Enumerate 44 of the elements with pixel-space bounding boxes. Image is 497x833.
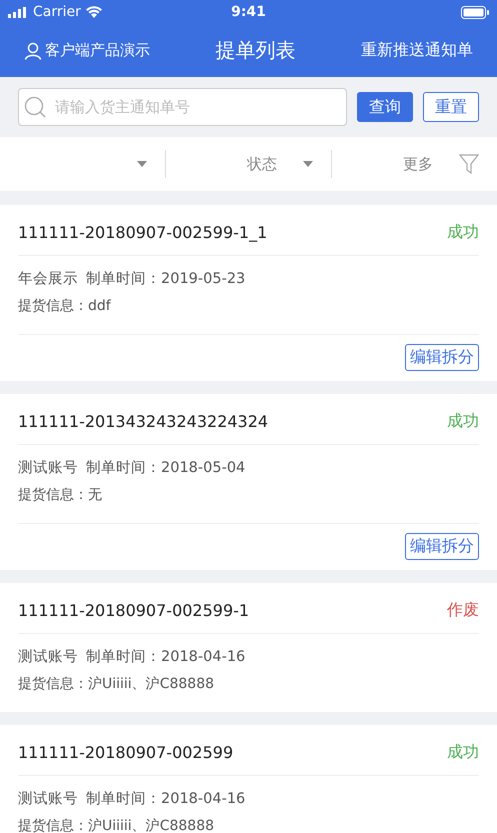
- dropdown-arrow-icon: [303, 161, 313, 167]
- filter-dropdown[interactable]: 更多: [332, 146, 497, 182]
- account-name: 年会展示: [18, 270, 78, 288]
- battery-icon: [461, 6, 489, 18]
- order-card[interactable]: 111111-20180907-002599-1 作废 测试账号 制单时间：2018-04-16 提货信息：沪Uiiiii、沪C88888: [0, 583, 497, 712]
- resend-notice-button[interactable]: 重新推送通知单: [361, 40, 473, 61]
- clock-time: 9:41: [231, 4, 266, 20]
- order-number: 111111-20180907-002599-1_1: [18, 222, 268, 242]
- order-card[interactable]: 111111-20180907-002599 成功 测试账号 制单时间：2018-04-16 提货信息：沪Uiiiii、沪C88888: [0, 725, 497, 833]
- order-status: 作废: [447, 600, 479, 620]
- user-icon: [24, 42, 42, 60]
- created-date: 制单时间：2018-04-16: [86, 790, 246, 808]
- dropdown-arrow-icon: [137, 161, 147, 167]
- pickup-info: 提货信息：沪Uiiiii、沪C88888: [18, 817, 214, 833]
- order-card[interactable]: 111111-20180907-002599-1_1 成功 年会展示 制单时间：2019-05-23 提货信息：ddf 编辑拆分: [0, 205, 497, 381]
- order-status: 成功: [447, 222, 479, 242]
- query-button[interactable]: 查询: [357, 92, 413, 122]
- edit-split-button[interactable]: 编辑拆分: [405, 344, 479, 371]
- order-card[interactable]: 111111-201343243243224324 成功 测试账号 制单时间：2018-05-04 提货信息：无 编辑拆分: [0, 394, 497, 570]
- created-date: 制单时间：2018-05-04: [86, 458, 246, 476]
- carrier-label: Carrier: [33, 4, 81, 20]
- wifi-icon: [86, 6, 102, 18]
- pickup-info: 提货信息：无: [18, 486, 102, 504]
- order-status: 成功: [447, 742, 479, 762]
- account-name: 测试账号: [18, 648, 78, 666]
- search-icon: [24, 96, 46, 118]
- order-number: 111111-20180907-002599-1: [18, 600, 250, 620]
- account-button[interactable]: 客户端产品演示: [24, 41, 150, 60]
- account-name: 测试账号: [18, 790, 78, 808]
- created-date: 制单时间：2019-05-23: [86, 270, 246, 288]
- pickup-info: 提货信息：沪Uiiiii、沪C88888: [18, 675, 214, 693]
- page-title: 提单列表: [216, 37, 296, 64]
- pickup-info: 提货信息：ddf: [18, 297, 111, 315]
- search-field[interactable]: 请输入货主通知单号: [18, 88, 347, 126]
- order-number: 111111-201343243243224324: [18, 412, 268, 430]
- created-date: 制单时间：2018-04-16: [86, 648, 246, 666]
- filter-icon: [459, 154, 479, 174]
- reset-button[interactable]: 重置: [423, 92, 479, 122]
- order-number: 111111-20180907-002599: [18, 742, 234, 762]
- account-name: 测试账号: [18, 458, 78, 476]
- filter-dropdown[interactable]: 状态: [166, 146, 331, 182]
- edit-split-button[interactable]: 编辑拆分: [405, 533, 479, 560]
- order-status: 成功: [447, 410, 479, 432]
- signal-icon: [8, 6, 28, 18]
